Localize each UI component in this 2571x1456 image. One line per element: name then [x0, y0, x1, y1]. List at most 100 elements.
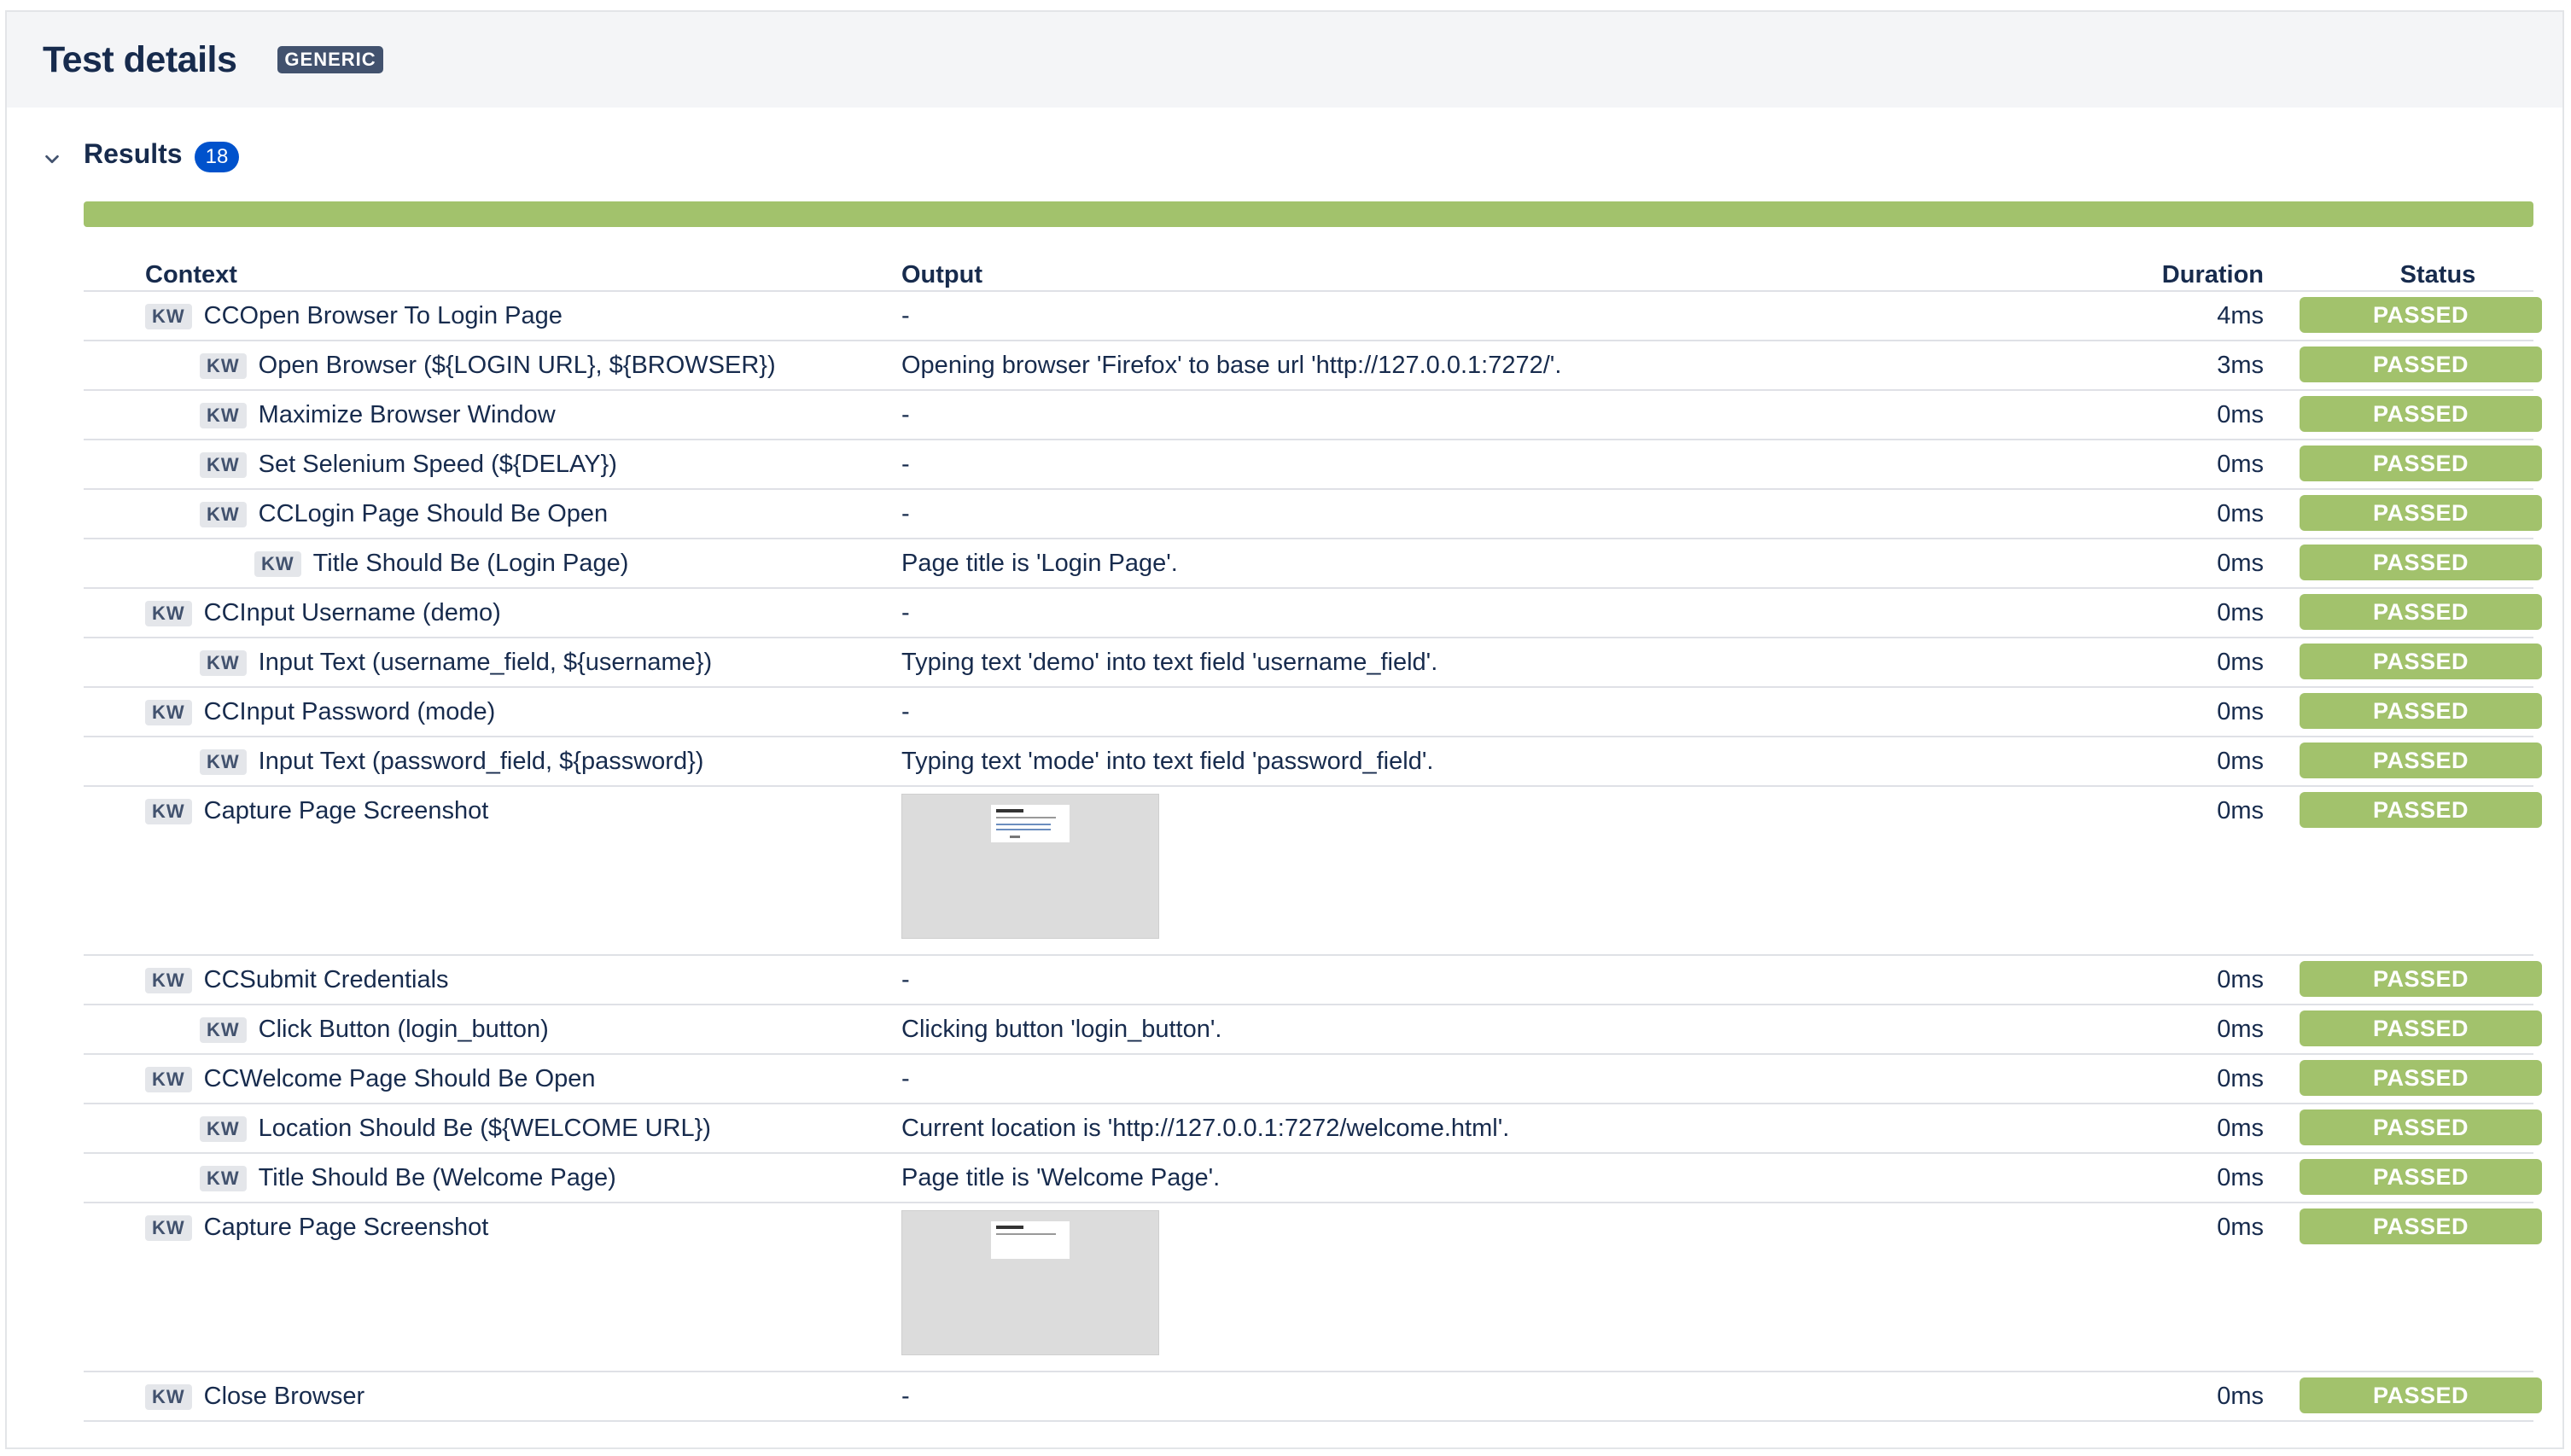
row-duration: 0ms: [2217, 649, 2264, 676]
column-header-context[interactable]: Context: [145, 261, 237, 289]
column-header-output[interactable]: Output: [901, 261, 982, 289]
keyword-name: Open Browser (${LOGIN URL}, ${BROWSER}): [258, 352, 776, 379]
row-duration: 0ms: [2217, 1065, 2264, 1092]
row-output: -: [901, 302, 910, 329]
row-duration: 0ms: [2217, 550, 2264, 577]
row-context: KW Set Selenium Speed (${DELAY}): [200, 451, 617, 479]
table-row[interactable]: KW Maximize Browser Window - 0ms PASSED: [84, 391, 2542, 440]
status-badge: PASSED: [2300, 644, 2542, 679]
table-row[interactable]: KW Close Browser - 0ms PASSED: [84, 1372, 2542, 1422]
results-count-badge: 18: [195, 142, 239, 172]
row-context: KW CCSubmit Credentials: [145, 966, 449, 994]
row-duration: 4ms: [2217, 302, 2264, 329]
row-output: -: [901, 401, 910, 428]
status-badge: PASSED: [2300, 961, 2542, 997]
keyword-name: Location Should Be (${WELCOME URL}): [258, 1115, 711, 1142]
row-context: KW Maximize Browser Window: [200, 401, 556, 429]
page-title: Test details: [43, 38, 237, 80]
row-duration: 0ms: [2217, 1115, 2264, 1142]
keyword-badge: KW: [145, 699, 192, 725]
row-context: KW Title Should Be (Login Page): [254, 550, 628, 578]
status-badge: PASSED: [2300, 1159, 2542, 1195]
row-duration: 0ms: [2217, 748, 2264, 775]
panel-header: Test details GENERIC: [7, 12, 2562, 108]
row-output: Clicking button 'login_button'.: [901, 1016, 1222, 1043]
table-row[interactable]: KW Input Text (username_field, ${username…: [84, 638, 2542, 688]
table-row[interactable]: KW Open Browser (${LOGIN URL}, ${BROWSER}…: [84, 341, 2542, 391]
status-badge: PASSED: [2300, 1377, 2542, 1413]
preview-line: [996, 817, 1056, 818]
screenshot-thumbnail[interactable]: [901, 1210, 1159, 1355]
row-duration: 0ms: [2217, 1383, 2264, 1410]
chevron-down-icon[interactable]: [43, 150, 61, 169]
table-row[interactable]: KW Click Button (login_button) Clicking bu…: [84, 1005, 2542, 1055]
keyword-name: CCInput Username (demo): [203, 599, 501, 626]
keyword-badge: KW: [145, 967, 192, 993]
test-details-panel: Test details GENERIC Results 18 Context …: [5, 10, 2564, 1449]
table-row[interactable]: KW Set Selenium Speed (${DELAY}) - 0ms PASSE…: [84, 440, 2542, 490]
table-row[interactable]: KW Title Should Be (Welcome Page) Page tit…: [84, 1154, 2542, 1203]
progress-passed-fill: [84, 201, 2533, 227]
table-row[interactable]: KW CCSubmit Credentials - 0ms PASSED: [84, 956, 2542, 1005]
row-output: Current location is 'http://127.0.0.1:72…: [901, 1115, 1510, 1142]
row-context: KW Location Should Be (${WELCOME URL}): [200, 1115, 711, 1143]
keyword-badge: KW: [145, 1066, 192, 1092]
row-context: KW Capture Page Screenshot: [145, 1214, 488, 1242]
table-row[interactable]: KW CCInput Password (mode) - 0ms PASSED: [84, 688, 2542, 737]
table-row[interactable]: KW Location Should Be (${WELCOME URL}) Cur…: [84, 1104, 2542, 1154]
row-duration: 3ms: [2217, 352, 2264, 379]
row-context: KW Input Text (password_field, ${password…: [200, 748, 703, 776]
column-header-status[interactable]: Status: [2378, 261, 2498, 289]
status-badge: PASSED: [2300, 1109, 2542, 1145]
table-row[interactable]: KW Capture Page Screenshot 0ms PASSED: [84, 1203, 2542, 1372]
status-badge: PASSED: [2300, 446, 2542, 481]
keyword-badge: KW: [145, 1214, 192, 1241]
table-header: Context Output Duration Status: [84, 244, 2533, 292]
row-output: Page title is 'Login Page'.: [901, 550, 1178, 577]
preview-line: [1010, 836, 1020, 838]
row-duration: 0ms: [2217, 698, 2264, 725]
results-heading[interactable]: Results: [84, 138, 183, 170]
table-row[interactable]: KW CCOpen Browser To Login Page - 4ms PASSED: [84, 292, 2542, 341]
row-output: -: [901, 1383, 910, 1410]
keyword-badge: KW: [200, 451, 247, 478]
status-badge: PASSED: [2300, 347, 2542, 382]
row-output: -: [901, 966, 910, 993]
table-row[interactable]: KW Input Text (password_field, ${password…: [84, 737, 2542, 787]
row-context: KW CCInput Username (demo): [145, 599, 501, 627]
status-badge: PASSED: [2300, 594, 2542, 630]
keyword-badge: KW: [200, 1165, 247, 1191]
keyword-name: Capture Page Screenshot: [203, 1214, 489, 1241]
status-badge: PASSED: [2300, 396, 2542, 432]
keyword-badge: KW: [200, 1115, 247, 1142]
row-duration: 0ms: [2217, 599, 2264, 626]
row-context: KW Title Should Be (Welcome Page): [200, 1164, 616, 1192]
screenshot-thumbnail[interactable]: [901, 794, 1159, 939]
test-type-badge: GENERIC: [277, 46, 383, 73]
row-context: KW CCOpen Browser To Login Page: [145, 302, 563, 330]
table-row[interactable]: KW CCLogin Page Should Be Open - 0ms PASSED: [84, 490, 2542, 539]
results-table: Context Output Duration Status KW CCOpen …: [84, 244, 2542, 1422]
keyword-name: CCInput Password (mode): [203, 698, 496, 725]
keyword-name: Click Button (login_button): [258, 1016, 549, 1043]
preview-line: [996, 1226, 1023, 1229]
table-row[interactable]: KW Capture Page Screenshot 0ms PASSED: [84, 787, 2542, 956]
table-row[interactable]: KW CCInput Username (demo) - 0ms PASSED: [84, 589, 2542, 638]
keyword-name: CCOpen Browser To Login Page: [203, 302, 563, 329]
preview-line: [996, 824, 1051, 825]
row-context: KW CCLogin Page Should Be Open: [200, 500, 608, 528]
table-row[interactable]: KW CCWelcome Page Should Be Open - 0ms PASSE…: [84, 1055, 2542, 1104]
status-badge: PASSED: [2300, 693, 2542, 729]
row-duration: 0ms: [2217, 401, 2264, 428]
status-badge: PASSED: [2300, 1060, 2542, 1096]
keyword-badge: KW: [145, 1383, 192, 1410]
column-header-duration[interactable]: Duration: [2162, 261, 2264, 289]
keyword-badge: KW: [200, 501, 247, 527]
keyword-name: Close Browser: [203, 1383, 365, 1410]
row-context: KW Capture Page Screenshot: [145, 797, 488, 825]
preview-line: [996, 1233, 1056, 1235]
table-row[interactable]: KW Title Should Be (Login Page) Page title…: [84, 539, 2542, 589]
row-context: KW Input Text (username_field, ${username…: [200, 649, 712, 677]
keyword-name: Capture Page Screenshot: [203, 797, 489, 824]
keyword-name: Maximize Browser Window: [258, 401, 556, 428]
